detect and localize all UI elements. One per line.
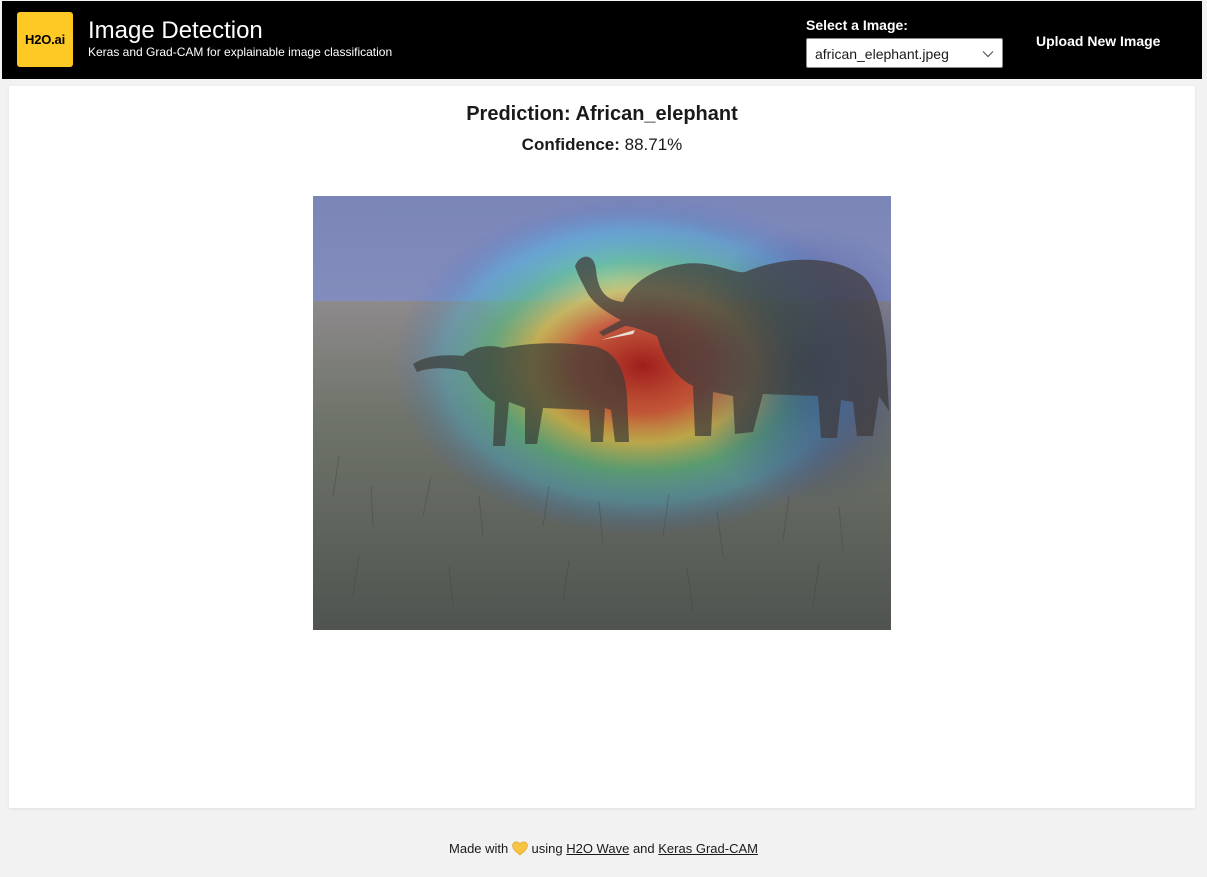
h2o-logo[interactable]: H2O.ai <box>17 12 73 67</box>
app-title: Image Detection <box>88 17 263 44</box>
h2o-wave-link[interactable]: H2O Wave <box>566 841 629 856</box>
prediction-label: Prediction: <box>466 103 571 125</box>
keras-gradcam-link[interactable]: Keras Grad-CAM <box>658 841 758 856</box>
footer-and: and <box>632 841 655 856</box>
footer-using: using <box>531 841 563 856</box>
image-select-dropdown[interactable]: african_elephant.jpeg <box>806 38 1003 68</box>
gradcam-heatmap-image <box>313 196 891 630</box>
confidence-label: Confidence: <box>521 135 620 154</box>
upload-new-image-button[interactable]: Upload New Image <box>1026 29 1170 53</box>
image-select-value: african_elephant.jpeg <box>815 46 949 62</box>
confidence-line: Confidence: 88.71% <box>9 134 1195 156</box>
header-bar: H2O.ai Image Detection Keras and Grad-CA… <box>2 1 1202 79</box>
prediction-heading: Prediction: African_elephant <box>9 101 1195 127</box>
app-subtitle: Keras and Grad-CAM for explainable image… <box>88 45 393 59</box>
prediction-value: African_elephant <box>575 103 738 125</box>
footer-made-with: Made with <box>449 841 509 856</box>
footer: Made with using H2O Wave and Keras Grad-… <box>0 840 1207 858</box>
heart-icon <box>512 841 528 856</box>
chevron-down-icon <box>982 51 994 58</box>
prediction-card: Prediction: African_elephant Confidence:… <box>9 86 1195 808</box>
elephant-heatmap-picture <box>313 196 891 630</box>
confidence-value: 88.71% <box>624 135 683 154</box>
image-select-label: Select a Image: <box>806 17 908 33</box>
